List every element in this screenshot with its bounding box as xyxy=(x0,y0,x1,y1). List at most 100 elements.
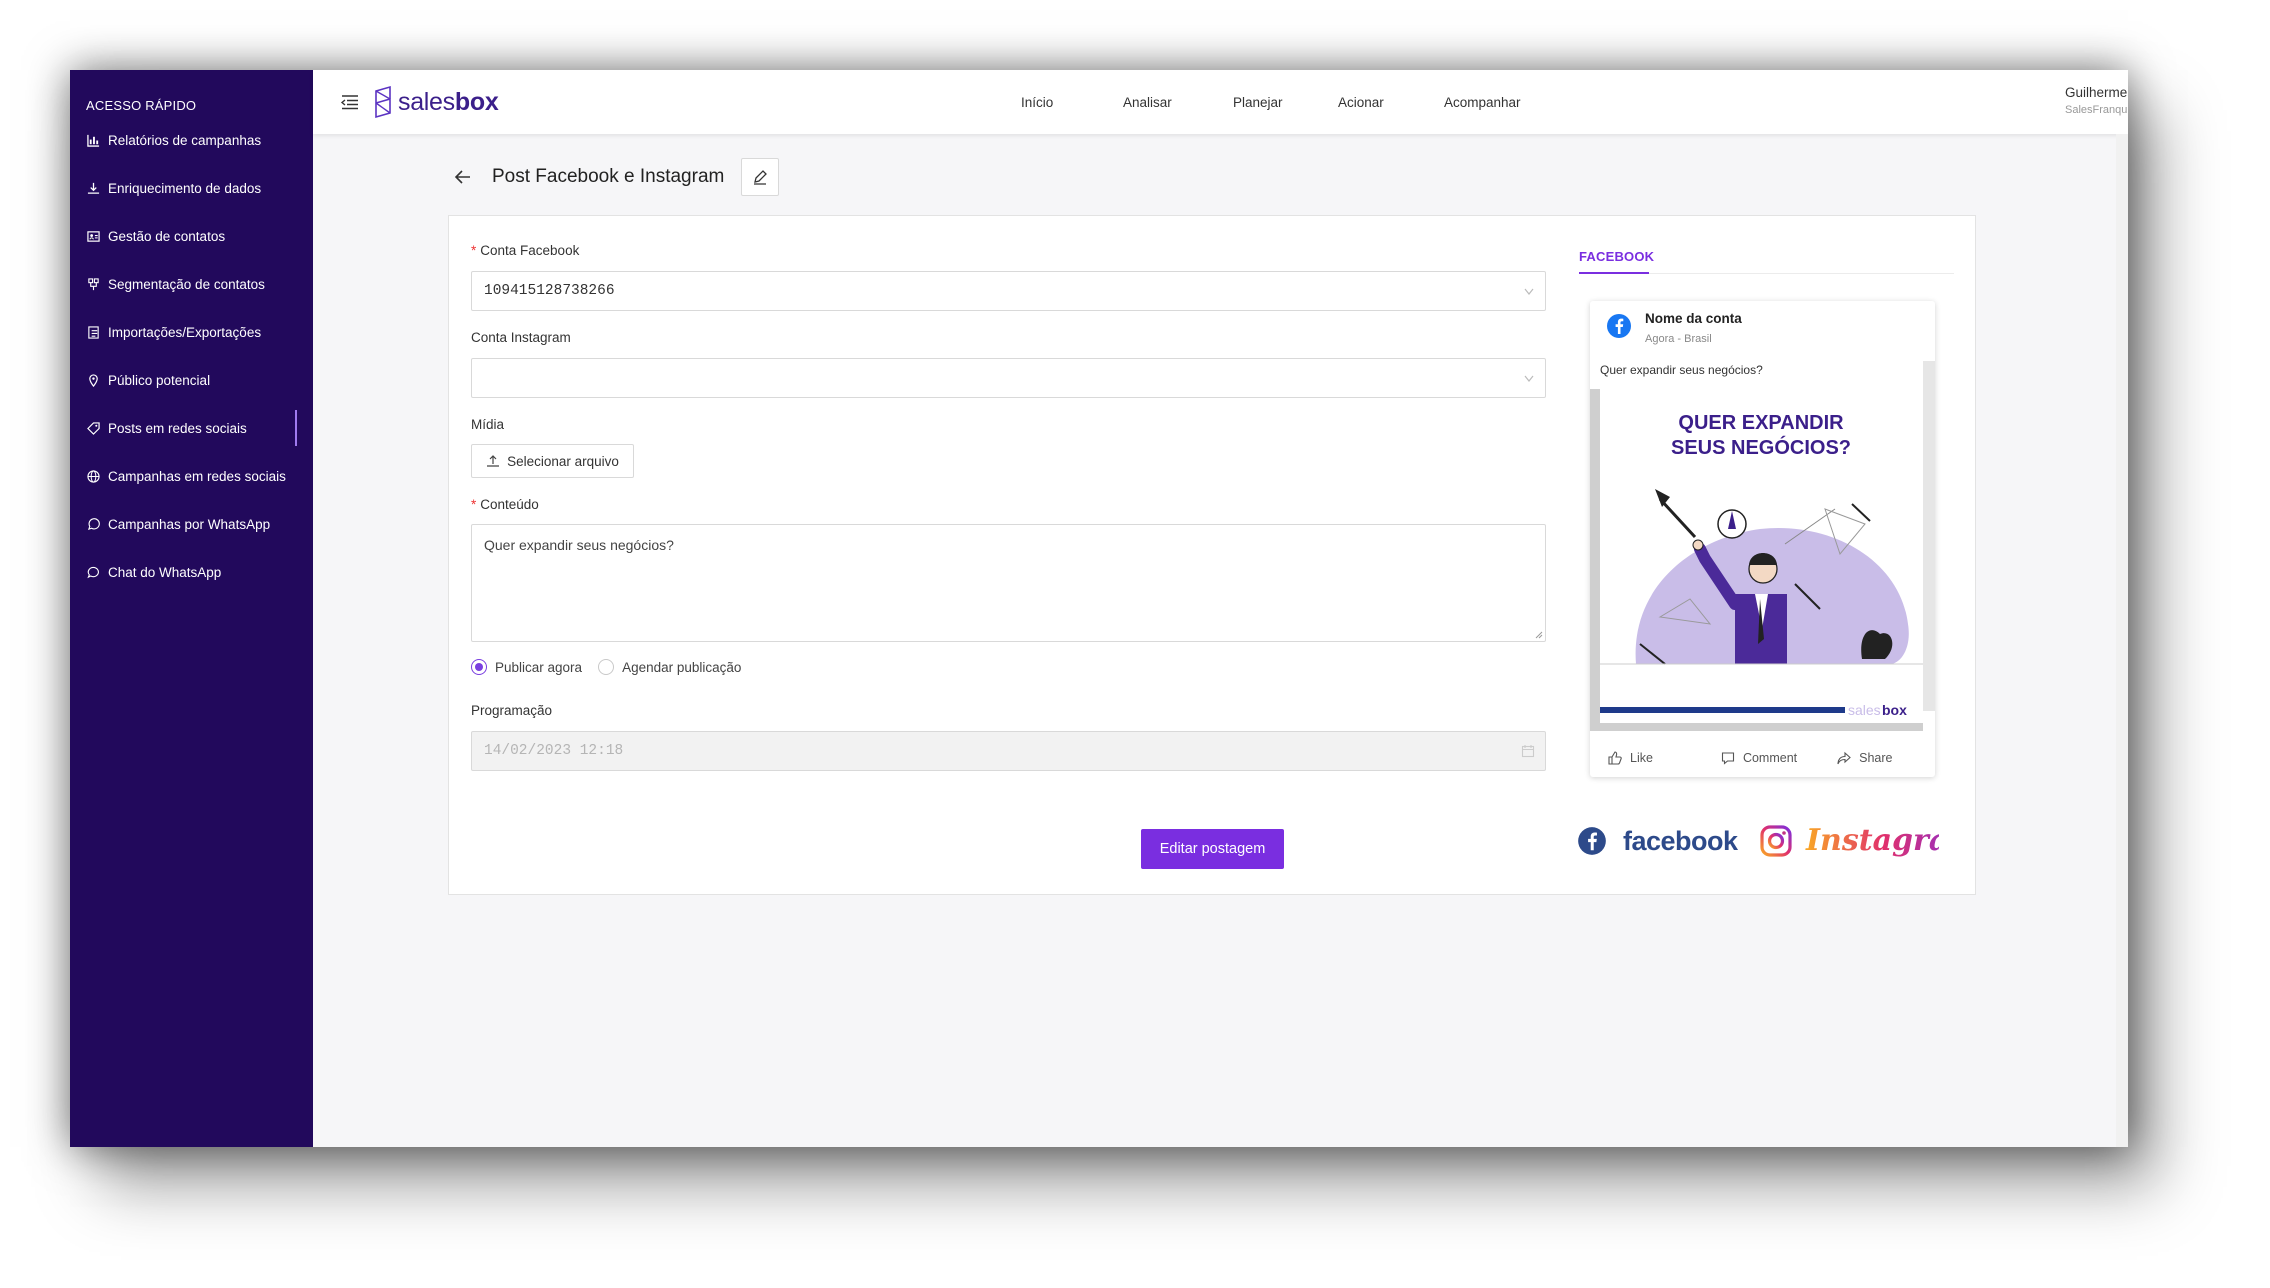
sidebar-item-label: Posts em redes sociais xyxy=(108,420,247,436)
facebook-account-select[interactable]: 109415128738266 xyxy=(471,271,1546,311)
business-growth-illustration: QUER EXPANDIR SEUS NEGÓCIOS? sales box xyxy=(1600,412,1923,718)
sidebar-item-label: Enriquecimento de dados xyxy=(108,180,262,196)
select-file-button[interactable]: Selecionar arquivo xyxy=(471,444,634,478)
fb-action-bar: Like Comment Share xyxy=(1590,741,1935,775)
publish-now-label[interactable]: Publicar agora xyxy=(495,660,582,675)
fb-post-text: Quer expandir seus negócios? xyxy=(1600,363,1763,377)
image-headline-1: QUER EXPANDIR xyxy=(1678,412,1844,434)
tab-facebook-preview[interactable]: FACEBOOK xyxy=(1579,249,1654,264)
upload-icon xyxy=(487,455,500,467)
image-headline-2: SEUS NEGÓCIOS? xyxy=(1671,435,1851,459)
tag-icon xyxy=(86,421,100,435)
like-button[interactable]: Like xyxy=(1608,751,1653,765)
sidebar-item-contact-management[interactable]: Gestão de contatos xyxy=(70,218,297,254)
logo-text-light: sales xyxy=(398,87,455,116)
facebook-brand-icon xyxy=(1578,827,1606,855)
nav-inicio[interactable]: Início xyxy=(1021,70,1053,134)
content-value: Quer expandir seus negócios? xyxy=(484,537,674,553)
sidebar-item-data-enrichment[interactable]: Enriquecimento de dados xyxy=(70,170,297,206)
instagram-wordmark: Instagram xyxy=(1805,823,1939,858)
image-brand-light: sales xyxy=(1848,702,1881,718)
sidebar-item-contact-segmentation[interactable]: Segmentação de contatos xyxy=(70,266,297,302)
instagram-account-label: Conta Instagram xyxy=(471,330,571,345)
sidebar-item-campaign-reports[interactable]: Relatórios de campanhas xyxy=(70,122,297,158)
publish-now-radio[interactable] xyxy=(471,659,487,675)
instagram-account-select[interactable] xyxy=(471,358,1546,398)
whatsapp-icon xyxy=(86,517,100,531)
download-icon xyxy=(86,181,100,195)
schedule-date-value: 14/02/2023 12:18 xyxy=(484,743,624,759)
sidebar: ACESSO RÁPIDO Relatórios de campanhas En… xyxy=(70,70,313,1147)
facebook-post-preview: Nome da conta Agora - Brasil Quer expand… xyxy=(1590,301,1935,777)
logo-text-bold: box xyxy=(454,87,499,116)
calendar-icon xyxy=(1521,745,1535,758)
sidebar-item-potential-audience[interactable]: Público potencial xyxy=(70,362,297,398)
page-title: Post Facebook e Instagram xyxy=(492,166,725,187)
fb-account-sub: Agora - Brasil xyxy=(1645,333,1712,345)
image-brand-bold: box xyxy=(1882,702,1907,718)
globe-icon xyxy=(86,469,100,483)
chat-bubble-icon xyxy=(86,565,100,579)
import-export-icon xyxy=(86,325,100,339)
comment-label: Comment xyxy=(1742,751,1798,765)
sidebar-item-label: Público potencial xyxy=(108,372,211,388)
comment-icon xyxy=(1721,752,1734,765)
user-org: SalesFranquia1 xyxy=(2065,104,2128,116)
sidebar-item-social-posts[interactable]: Posts em redes sociais xyxy=(70,410,297,446)
nav-acompanhar[interactable]: Acompanhar xyxy=(1444,70,1521,134)
page-scrollbar[interactable] xyxy=(2116,134,2128,1147)
contact-card-icon xyxy=(86,229,100,243)
menu-toggle-icon[interactable] xyxy=(340,92,360,112)
like-label: Like xyxy=(1630,751,1653,765)
back-arrow-icon[interactable] xyxy=(452,166,474,188)
sidebar-item-label: Campanhas por WhatsApp xyxy=(108,516,271,532)
bar-chart-icon xyxy=(86,133,100,147)
sidebar-item-label: Chat do WhatsApp xyxy=(108,564,222,580)
post-image: QUER EXPANDIR SEUS NEGÓCIOS? sales box xyxy=(1590,389,1923,731)
sidebar-item-label: Relatórios de campanhas xyxy=(108,132,262,148)
share-button[interactable]: Share xyxy=(1837,751,1892,765)
content-textarea[interactable]: Quer expandir seus negócios? xyxy=(471,524,1546,642)
edit-title-button[interactable] xyxy=(741,158,779,196)
tab-active-indicator xyxy=(1579,272,1649,274)
user-menu[interactable]: Guilherme SalesFranquia1 xyxy=(2065,85,2128,116)
schedule-label[interactable]: Agendar publicação xyxy=(622,660,741,675)
preview-scrollbar[interactable] xyxy=(1923,361,1935,711)
app-window: ACESSO RÁPIDO Relatórios de campanhas En… xyxy=(70,70,2128,1147)
chevron-down-icon xyxy=(1524,288,1534,295)
segment-icon xyxy=(86,277,100,291)
schedule-radio[interactable] xyxy=(598,659,615,675)
sidebar-item-social-campaigns[interactable]: Campanhas em redes sociais xyxy=(70,458,297,494)
pencil-icon xyxy=(754,170,767,185)
nav-acionar[interactable]: Acionar xyxy=(1338,70,1384,134)
publish-options: Publicar agora Agendar publicação xyxy=(471,659,741,675)
sidebar-item-whatsapp-campaigns[interactable]: Campanhas por WhatsApp xyxy=(70,506,297,542)
share-label: Share xyxy=(1859,751,1893,765)
logo-mark-icon xyxy=(375,85,391,119)
facebook-account-value: 109415128738266 xyxy=(484,283,615,299)
chevron-down-icon xyxy=(1524,375,1534,382)
sidebar-item-label: Campanhas em redes sociais xyxy=(108,468,286,484)
media-label: Mídia xyxy=(471,417,505,432)
salesbox-logo[interactable]: salesbox xyxy=(374,84,499,120)
schedule-date-input: 14/02/2023 12:18 xyxy=(471,731,1546,771)
sidebar-title: ACESSO RÁPIDO xyxy=(86,98,197,113)
comment-button[interactable]: Comment xyxy=(1721,751,1797,765)
facebook-wordmark: facebook xyxy=(1623,825,1738,856)
facebook-logo-icon xyxy=(1607,314,1631,338)
post-form-card: * Conta Facebook 109415128738266 Conta In… xyxy=(448,215,1976,895)
edit-post-button[interactable]: Editar postagem xyxy=(1141,829,1284,869)
nav-analisar[interactable]: Analisar xyxy=(1123,70,1172,134)
sidebar-item-import-export[interactable]: Importações/Exportações xyxy=(70,314,297,350)
sidebar-item-label: Gestão de contatos xyxy=(108,228,226,244)
svg-text:Instagram: Instagram xyxy=(1805,823,1939,858)
location-pin-icon xyxy=(86,373,100,387)
sidebar-item-whatsapp-chat[interactable]: Chat do WhatsApp xyxy=(70,554,297,590)
thumbs-up-icon xyxy=(1608,751,1622,765)
instagram-brand-icon xyxy=(1759,825,1792,857)
sidebar-item-label: Importações/Exportações xyxy=(108,324,262,340)
nav-planejar[interactable]: Planejar xyxy=(1233,70,1283,134)
facebook-account-label: * Conta Facebook xyxy=(471,243,580,258)
resize-grip-icon[interactable] xyxy=(1533,629,1543,639)
select-file-label: Selecionar arquivo xyxy=(507,453,619,469)
